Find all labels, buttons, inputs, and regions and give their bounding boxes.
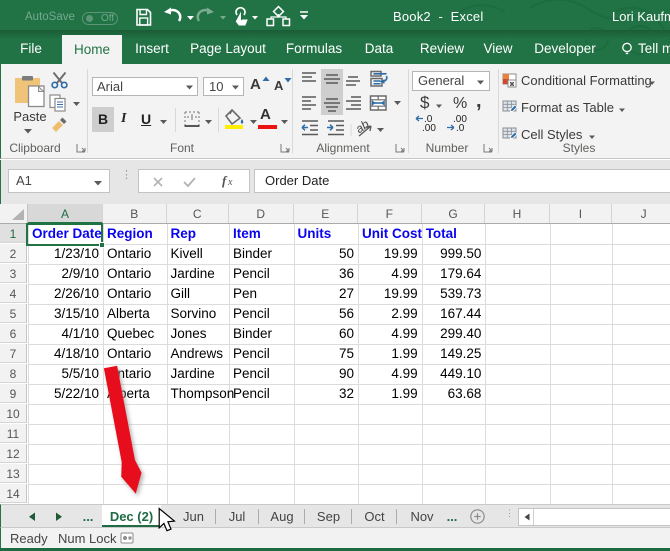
svg-text:.00: .00: [422, 123, 436, 132]
svg-text:.0: .0: [456, 123, 465, 132]
